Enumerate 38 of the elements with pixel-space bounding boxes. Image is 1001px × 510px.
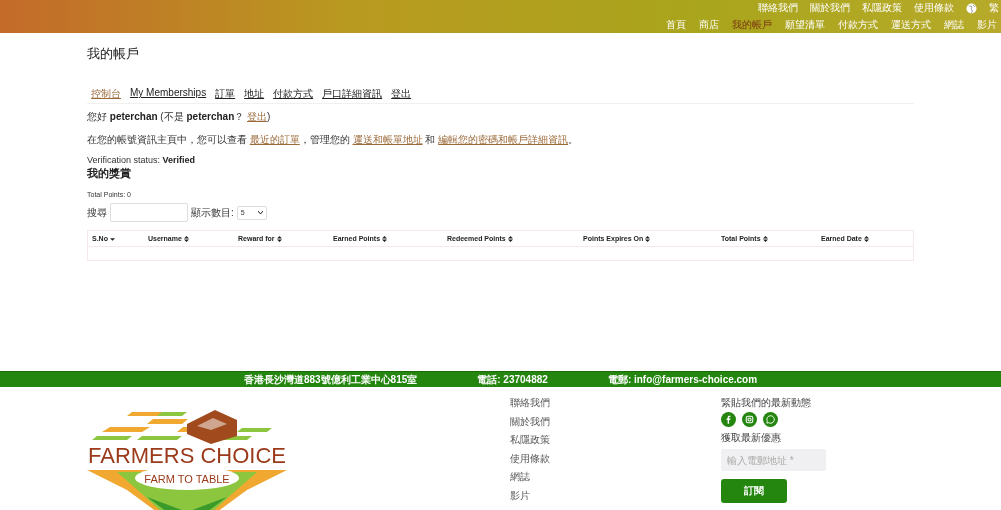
logo-text: FARMERS CHOICE (88, 443, 286, 468)
account-tab[interactable]: My Memberships (130, 87, 207, 101)
greeting-text: 您好 peterchan (不是 peterchan？ 登出) (87, 110, 272, 124)
account-tab[interactable]: 登出 (391, 87, 412, 101)
account-tab[interactable]: 訂單 (215, 87, 236, 101)
footer-link[interactable]: 私隱政策 (510, 433, 721, 447)
footer-link[interactable]: 聯絡我們 (510, 396, 721, 410)
contact-info: 電話: 23704882 (477, 372, 548, 387)
footer-link[interactable]: 關於我們 (510, 414, 721, 428)
verification-status: Verification status: Verified (87, 155, 197, 165)
nav-link[interactable]: 我的帳戶 (732, 17, 772, 32)
text-link[interactable]: 運送和帳單地址 (352, 134, 423, 145)
text-link[interactable]: 最近的訂單 (249, 134, 300, 145)
logo-tagline: FARM TO TABLE (144, 473, 230, 485)
footer-link[interactable]: 使用條款 (510, 451, 721, 465)
newsletter-label: 獲取最新優惠 (721, 431, 782, 445)
instagram-icon[interactable] (742, 412, 757, 427)
whatsapp-icon[interactable] (763, 412, 778, 427)
caret-icon (257, 210, 263, 215)
footer-link[interactable]: 影片 (510, 488, 721, 502)
contact-info: 電郵: info@farmers-choice.com (607, 372, 758, 387)
search-field[interactable] (110, 203, 188, 222)
text-link[interactable]: 登出 (247, 111, 268, 122)
account-tab[interactable]: 地址 (244, 87, 265, 101)
show-label: 顯示數目: (191, 205, 234, 220)
page-title: 我的帳戶 (87, 45, 140, 63)
subscribe-button[interactable]: 訂閱 (721, 479, 787, 503)
facebook-icon[interactable] (721, 412, 736, 427)
globe-icon[interactable] (966, 2, 977, 14)
account-tab[interactable]: 控制台 (91, 87, 121, 101)
rewards-title: 我的獎賞 (87, 166, 132, 181)
intro-text: 在您的帳號資訊主頁中，您可以查看 最近的訂單，管理您的 運送和帳單地址 和 編輯您的密碼和帳戶詳細資訊。 (87, 133, 580, 147)
search-label: 搜尋 (87, 205, 107, 220)
account-tab[interactable]: 付款方式 (273, 87, 314, 101)
follow-title: 緊貼我們的最新動態 (721, 396, 812, 410)
footer-link[interactable]: 網誌 (510, 470, 721, 484)
account-tab[interactable]: 戶口詳細資訊 (322, 87, 383, 101)
contact-info: 香港長沙灣道883號億利工業中心815室 (243, 372, 418, 387)
